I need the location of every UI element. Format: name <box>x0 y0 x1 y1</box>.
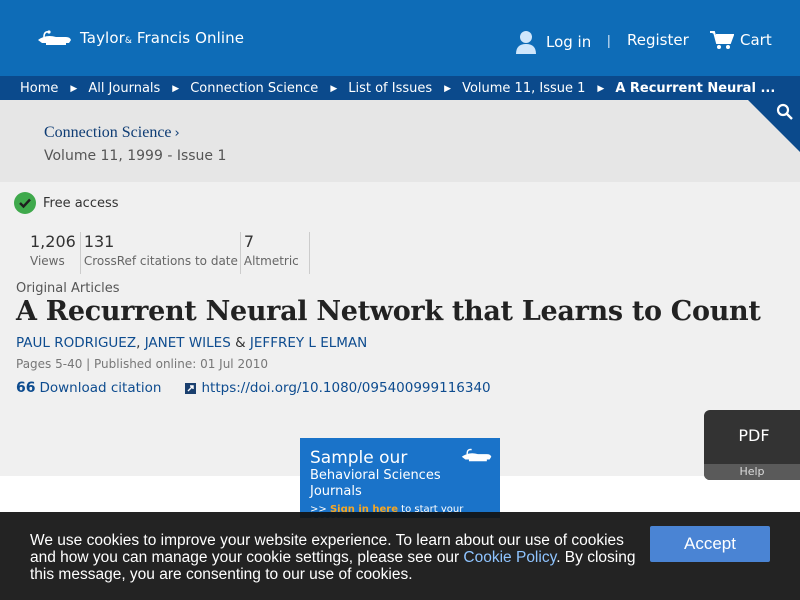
breadcrumb-list-of-issues[interactable]: List of Issues <box>348 81 432 96</box>
article-header: Free access 1,206 Views 131 CrossRef cit… <box>0 182 800 476</box>
author-separator: , <box>136 335 145 351</box>
cookie-banner: We use cookies to improve your website e… <box>0 512 800 600</box>
metric-label: CrossRef citations to date <box>83 254 238 268</box>
lamp-logo-icon <box>38 30 71 45</box>
cart-link[interactable]: Cart <box>710 30 800 50</box>
breadcrumb-issue[interactable]: Volume 11, Issue 1 <box>462 81 585 96</box>
register-link[interactable]: Register <box>627 31 689 49</box>
journal-header: Connection Science › Volume 11, 1999 - Is… <box>0 100 800 182</box>
check-icon <box>14 192 36 214</box>
author-link[interactable]: JANET WILES <box>145 335 231 351</box>
cookie-policy-link[interactable]: Cookie Policy <box>463 549 556 566</box>
ad-title: Sample our <box>310 448 408 468</box>
lamp-logo-icon <box>461 448 492 462</box>
free-access-label: Free access <box>43 195 119 211</box>
metric-value: 131 <box>83 232 115 251</box>
breadcrumb-journal[interactable]: Connection Science <box>190 81 318 96</box>
doi-link[interactable]: https://doi.org/10.1080/095400999116340 <box>185 380 491 396</box>
author-separator: & <box>230 335 250 351</box>
author-link[interactable]: JEFFREY L ELMAN <box>250 335 367 351</box>
article-title: A Recurrent Neural Network that Learns t… <box>16 296 761 327</box>
download-citation-link[interactable]: 66 Download citation <box>16 380 161 396</box>
breadcrumb-arrow-icon: ▶ <box>444 82 452 93</box>
download-citation-label: Download citation <box>39 380 162 396</box>
user-icon <box>516 31 536 54</box>
login-label: Log in <box>546 33 592 51</box>
external-link-icon <box>185 382 197 394</box>
site-header: Taylor& Francis Online Log in | Register… <box>0 0 800 76</box>
journal-promo-ad[interactable]: Sample our Behavioral Sciences Journals … <box>300 438 500 518</box>
metric-views: 1,206 Views <box>28 232 81 274</box>
breadcrumb-arrow-icon: ▶ <box>597 82 605 93</box>
help-button[interactable]: Help <box>704 464 800 480</box>
article-metrics: 1,206 Views 131 CrossRef citations to da… <box>28 232 310 274</box>
breadcrumb-home[interactable]: Home <box>20 81 58 96</box>
metric-value: 7 <box>243 232 255 251</box>
metric-crossref[interactable]: 131 CrossRef citations to date <box>81 232 241 274</box>
breadcrumb-arrow-icon: ▶ <box>330 82 338 93</box>
breadcrumb-arrow-icon: ▶ <box>70 82 78 93</box>
accept-cookies-button[interactable]: Accept <box>650 526 770 562</box>
cart-label: Cart <box>740 31 772 49</box>
author-list: PAUL RODRIGUEZ, JANET WILES & JEFFREY L … <box>16 335 367 351</box>
publication-info: Pages 5-40 | Published online: 01 Jul 20… <box>16 357 268 371</box>
journal-title-link[interactable]: Connection Science › <box>44 124 180 142</box>
journal-issue: Volume 11, 1999 - Issue 1 <box>44 148 227 164</box>
pdf-widget[interactable]: PDF Help <box>704 410 800 480</box>
pdf-button[interactable]: PDF <box>704 426 800 445</box>
ad-subtitle: Behavioral Sciences Journals <box>310 468 441 499</box>
metric-label: Altmetric <box>243 254 299 268</box>
journal-title: Connection Science <box>44 124 172 141</box>
metric-value: 1,206 <box>30 232 76 251</box>
quote-icon: 66 <box>16 380 36 396</box>
cart-icon <box>710 31 734 49</box>
chevron-right-icon: › <box>174 126 180 141</box>
breadcrumb-all-journals[interactable]: All Journals <box>88 81 160 96</box>
breadcrumb-arrow-icon: ▶ <box>172 82 180 93</box>
metric-altmetric[interactable]: 7 Altmetric <box>241 232 310 274</box>
breadcrumb-current: A Recurrent Neural ... <box>615 80 776 96</box>
cookie-message: We use cookies to improve your website e… <box>30 532 636 583</box>
article-links: 66 Download citation https://doi.org/10.… <box>16 380 491 396</box>
logo-text: Taylor& Francis Online <box>80 29 245 47</box>
metric-label: Views <box>30 254 65 268</box>
article-type: Original Articles <box>16 281 120 296</box>
site-logo[interactable]: Taylor& Francis Online <box>36 28 244 48</box>
free-access-badge: Free access <box>14 192 119 214</box>
doi-label: https://doi.org/10.1080/095400999116340 <box>201 380 491 396</box>
header-separator: | <box>607 32 611 48</box>
breadcrumb: Home ▶ All Journals ▶ Connection Science… <box>0 76 800 100</box>
search-icon[interactable] <box>776 103 794 121</box>
author-link[interactable]: PAUL RODRIGUEZ <box>16 335 136 351</box>
